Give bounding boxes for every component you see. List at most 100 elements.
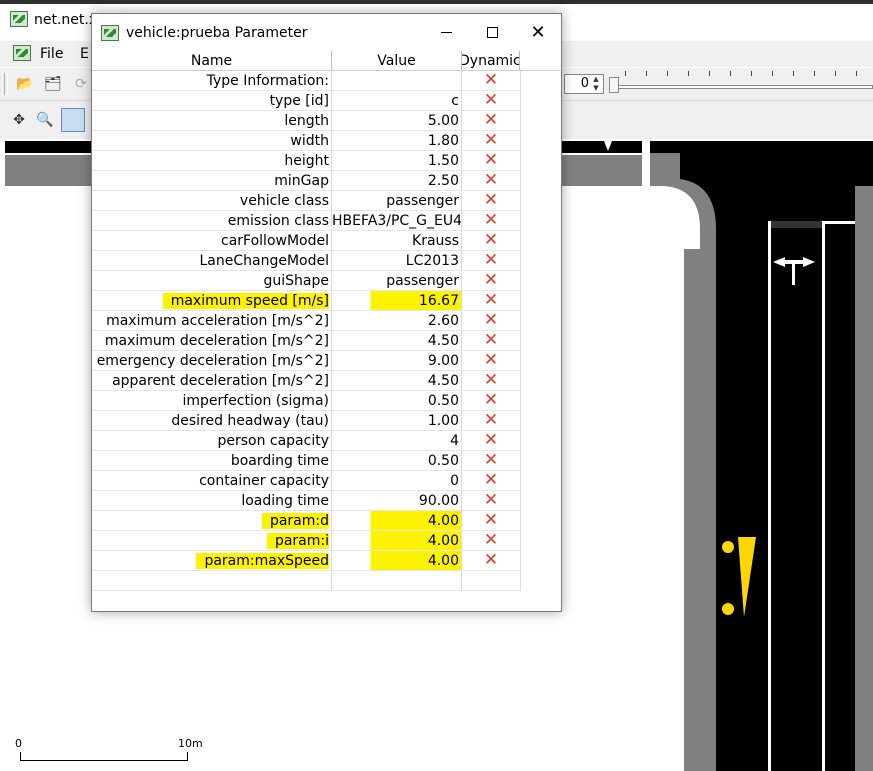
param-name-cell: type [id]	[92, 91, 332, 111]
param-name: container capacity	[199, 473, 329, 489]
param-name-cell: height	[92, 151, 332, 171]
param-name-cell: minGap	[92, 171, 332, 191]
param-name: type [id]	[269, 93, 329, 109]
param-name-cell: width	[92, 131, 332, 151]
param-name: carFollowModel	[221, 233, 329, 249]
param-name: boarding time	[230, 453, 329, 469]
table-row[interactable]: imperfection (sigma) 0.50 ✕	[92, 391, 521, 411]
reload-icon[interactable]: 🗂	[42, 73, 64, 95]
param-name-cell: length	[92, 111, 332, 131]
slider-tick	[646, 71, 647, 76]
refresh-icon[interactable]: ⟳	[70, 73, 92, 95]
table-body: Type Information: ✕ type [id] c ✕ length 5.00 ✕…	[92, 71, 521, 591]
dynamic-x-icon: ✕	[462, 71, 521, 91]
param-name-cell: carFollowModel	[92, 231, 332, 251]
menu-file[interactable]: File	[40, 46, 63, 62]
table-row[interactable]: length 5.00 ✕	[92, 111, 521, 131]
dynamic-x-icon: ✕	[462, 271, 521, 291]
table-row[interactable]: minGap 2.50 ✕	[92, 171, 521, 191]
table-row[interactable]: emergency deceleration [m/s^2] 9.00 ✕	[92, 351, 521, 371]
param-value: 90.00	[332, 491, 462, 511]
table-row[interactable]: Type Information: ✕	[92, 71, 521, 91]
param-name-cell: container capacity	[92, 471, 332, 491]
open-folder-icon[interactable]: 📂	[14, 73, 36, 95]
table-row[interactable]: param:d 4.00 ✕	[92, 511, 521, 531]
maximize-button[interactable]	[469, 14, 515, 50]
param-value: 9.00	[332, 351, 462, 371]
dynamic-x-icon: ✕	[462, 191, 521, 211]
main-window-title: net.net.x	[34, 12, 98, 28]
dynamic-x-icon: ✕	[462, 391, 521, 411]
table-row[interactable]: width 1.80 ✕	[92, 131, 521, 151]
param-value: c	[332, 91, 462, 111]
sumo-app-icon	[10, 11, 28, 27]
param-name: height	[284, 153, 329, 169]
table-row[interactable]: maximum speed [m/s] 16.67 ✕	[92, 291, 521, 311]
param-name-cell: param:d	[92, 511, 332, 531]
param-name-cell: maximum deceleration [m/s^2]	[92, 331, 332, 351]
param-name-cell: param:i	[92, 531, 332, 551]
param-value: passenger	[332, 191, 462, 211]
table-row[interactable]: height 1.50 ✕	[92, 151, 521, 171]
select-mode-icon[interactable]	[61, 108, 85, 132]
close-button[interactable]: ✕	[515, 14, 561, 50]
slider-tick	[751, 71, 752, 76]
slider-tick	[793, 71, 794, 76]
spinner-arrows-icon[interactable]: ▲ ▼	[590, 75, 602, 93]
table-row[interactable]: boarding time 0.50 ✕	[92, 451, 521, 471]
param-name-cell: maximum acceleration [m/s^2]	[92, 311, 332, 331]
lane-marking-top	[825, 221, 855, 224]
table-row[interactable]: vehicle class passenger ✕	[92, 191, 521, 211]
param-name: emergency deceleration [m/s^2]	[96, 353, 329, 369]
empty-cell	[92, 571, 332, 591]
dynamic-x-icon: ✕	[462, 371, 521, 391]
scale-label-zero: 0	[15, 737, 22, 750]
param-name: loading time	[241, 493, 329, 509]
table-row[interactable]: maximum acceleration [m/s^2] 2.60 ✕	[92, 311, 521, 331]
table-row[interactable]: guiShape passenger ✕	[92, 271, 521, 291]
slider-tick	[856, 71, 857, 76]
param-value: 4.00	[332, 531, 462, 551]
lane-marking-right	[822, 221, 825, 771]
table-row[interactable]: container capacity 0 ✕	[92, 471, 521, 491]
table-row[interactable]: apparent deceleration [m/s^2] 4.50 ✕	[92, 371, 521, 391]
table-row[interactable]: param:i 4.00 ✕	[92, 531, 521, 551]
table-row[interactable]: LaneChangeModel LC2013 ✕	[92, 251, 521, 271]
table-row[interactable]: emission class HBEFA3/PC_G_EU4 ✕	[92, 211, 521, 231]
column-header-value[interactable]: Value	[332, 51, 462, 70]
parameter-table: Name Value Dynamic Type Information: ✕ typ…	[92, 51, 561, 611]
scale-bar	[20, 760, 188, 761]
param-name-cell: emission class	[92, 211, 332, 231]
delay-slider-track[interactable]	[614, 85, 873, 89]
minimize-button[interactable]	[423, 14, 469, 50]
param-name: minGap	[274, 173, 329, 189]
table-row[interactable]: loading time 90.00 ✕	[92, 491, 521, 511]
param-name-cell: emergency deceleration [m/s^2]	[92, 351, 332, 371]
dynamic-x-icon: ✕	[462, 211, 521, 231]
param-name: maximum speed [m/s]	[162, 293, 329, 309]
param-value: 0.50	[332, 391, 462, 411]
table-row[interactable]: type [id] c ✕	[92, 91, 521, 111]
table-row[interactable]: carFollowModel Krauss ✕	[92, 231, 521, 251]
column-header-name[interactable]: Name	[92, 51, 332, 70]
slider-tick	[814, 71, 815, 76]
empty-cell	[332, 571, 462, 591]
dynamic-x-icon: ✕	[462, 251, 521, 271]
param-value: 4.50	[332, 331, 462, 351]
table-row[interactable]: person capacity 4 ✕	[92, 431, 521, 451]
table-row[interactable]: param:maxSpeed 4.00 ✕	[92, 551, 521, 571]
recenter-view-icon[interactable]: ✥	[8, 109, 30, 131]
param-value: Krauss	[332, 231, 462, 251]
locate-magnifier-icon[interactable]: 🔍	[34, 109, 56, 131]
menu-edit[interactable]: E	[80, 46, 89, 62]
param-name-cell: apparent deceleration [m/s^2]	[92, 371, 332, 391]
table-row[interactable]: maximum deceleration [m/s^2] 4.50 ✕	[92, 331, 521, 351]
delay-slider-thumb[interactable]	[609, 77, 619, 93]
param-value: 2.50	[332, 171, 462, 191]
param-value: 4.50	[332, 371, 462, 391]
road-horizontal-right	[650, 141, 873, 153]
table-row[interactable]: desired headway (tau) 1.00 ✕	[92, 411, 521, 431]
dynamic-x-icon: ✕	[462, 231, 521, 251]
vehicle-parameter-dialog: vehicle:prueba Parameter ✕ Name Value Dy…	[91, 13, 562, 612]
column-header-dynamic[interactable]: Dynamic	[462, 51, 520, 70]
